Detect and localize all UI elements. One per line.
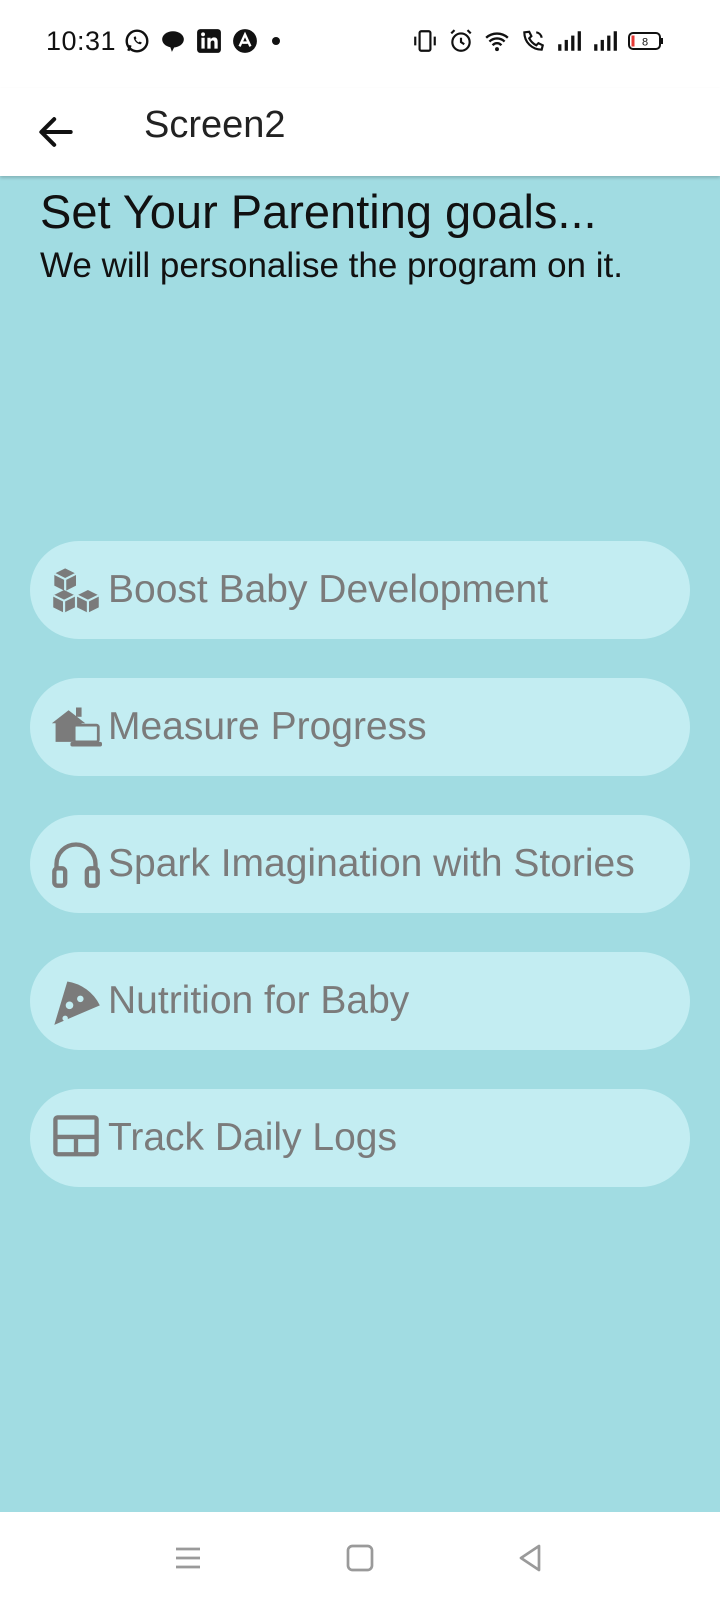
goal-label: Measure Progress xyxy=(108,705,427,748)
arrow-left-icon[interactable] xyxy=(34,110,78,154)
status-system-icons: 8 xyxy=(412,28,664,54)
goal-button-boost-development[interactable]: Boost Baby Development xyxy=(30,541,690,639)
goal-button-nutrition[interactable]: Nutrition for Baby xyxy=(30,952,690,1050)
wifi-icon xyxy=(485,32,509,52)
screen-subheading: We will personalise the program on it. xyxy=(40,246,623,285)
goal-label: Spark Imagination with Stories xyxy=(108,842,635,885)
home-icon[interactable] xyxy=(342,1540,378,1576)
menu-icon[interactable] xyxy=(170,1540,206,1576)
page-title: Screen2 xyxy=(144,104,286,146)
goal-label: Boost Baby Development xyxy=(108,568,549,611)
goal-button-track-logs[interactable]: Track Daily Logs xyxy=(30,1089,690,1187)
headphones-icon xyxy=(52,842,100,888)
goal-label: Track Daily Logs xyxy=(108,1116,397,1159)
goals-screen: Set Your Parenting goals... We will pers… xyxy=(0,176,720,1512)
blocks-icon xyxy=(52,568,100,613)
signal-icon xyxy=(558,31,581,51)
chat-icon xyxy=(162,31,184,52)
more-notifications-dot xyxy=(272,37,280,45)
back-icon[interactable] xyxy=(512,1540,548,1576)
wifi-calling-icon xyxy=(523,30,545,51)
table-layout-icon xyxy=(53,1115,99,1157)
screen-heading: Set Your Parenting goals... xyxy=(40,185,597,238)
goal-button-spark-imagination[interactable]: Spark Imagination with Stories xyxy=(30,815,690,913)
alarm-icon xyxy=(450,29,472,52)
goal-button-measure-progress[interactable]: Measure Progress xyxy=(30,678,690,776)
status-time: 10:31 xyxy=(46,26,117,56)
app-bar: Screen2 xyxy=(0,88,720,176)
battery-icon: 8 xyxy=(628,32,663,50)
pizza-slice-icon xyxy=(54,981,100,1025)
whatsapp-icon xyxy=(125,29,149,53)
status-bar: 10:31 8 xyxy=(0,0,720,88)
goal-label: Nutrition for Baby xyxy=(108,979,410,1022)
linkedin-icon xyxy=(197,29,221,53)
house-laptop-icon xyxy=(51,707,102,747)
signal-icon xyxy=(594,31,617,51)
status-notification-icons xyxy=(124,28,280,54)
vibrate-icon xyxy=(414,30,436,52)
system-nav-bar xyxy=(0,1512,720,1600)
notification-icon xyxy=(233,29,257,53)
battery-level: 8 xyxy=(642,37,648,49)
